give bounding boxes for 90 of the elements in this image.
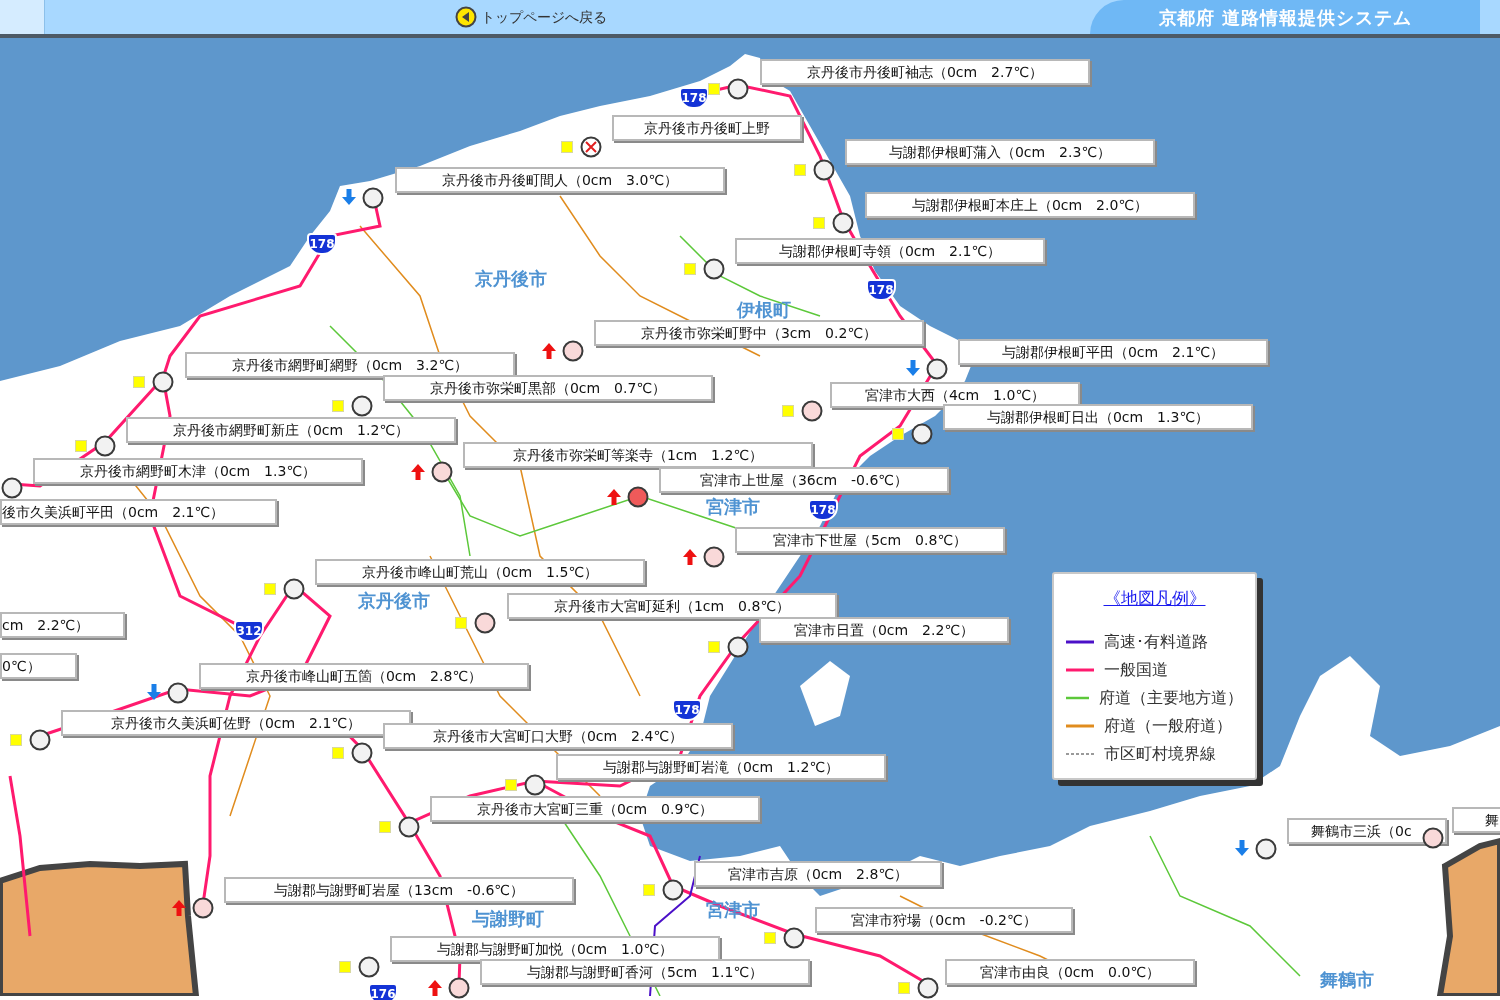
system-title: 京都府 道路情報提供システム: [1090, 0, 1480, 34]
station-label[interactable]: 京丹後市大宮町三重（0cm 0.9℃）: [430, 796, 760, 822]
station-marker[interactable]: [358, 956, 380, 978]
legend-title-link[interactable]: 《地図凡例》: [1103, 586, 1206, 612]
route-shield: 178: [679, 87, 709, 109]
route-shield: 178: [307, 233, 337, 255]
station-label[interactable]: 京丹後市丹後町間人（0cm 3.0℃）: [395, 167, 725, 193]
station-marker[interactable]: [94, 435, 116, 457]
station-marker[interactable]: [783, 927, 805, 949]
station-marker[interactable]: [362, 187, 384, 209]
station-marker[interactable]: [703, 258, 725, 280]
station-label[interactable]: 京丹後市網野町木津（0cm 1.3℃）: [33, 458, 363, 484]
station-label[interactable]: 与謝郡与謝野町香河（5cm 1.1℃）: [480, 959, 810, 985]
station-label[interactable]: 京丹後市大宮町延利（1cm 0.8℃）: [507, 593, 837, 619]
back-link[interactable]: トップページへ戻る: [455, 0, 607, 34]
station-marker[interactable]: [431, 461, 453, 483]
station-label[interactable]: cm 2.2℃）: [0, 612, 125, 638]
station-label[interactable]: 宮津市上世屋（36cm -0.6℃）: [659, 467, 949, 493]
station-label[interactable]: 宮津市由良（0cm 0.0℃）: [945, 959, 1195, 985]
station-marker[interactable]: [524, 774, 546, 796]
route-shield: 176: [368, 983, 398, 1000]
station-marker[interactable]: [351, 742, 373, 764]
station-label[interactable]: 京丹後市大宮町口大野（0cm 2.4℃）: [383, 723, 733, 749]
station-marker[interactable]: [398, 816, 420, 838]
station-marker[interactable]: [926, 358, 948, 380]
station-label[interactable]: 0℃）: [0, 653, 77, 679]
place-name: 京丹後市: [358, 589, 430, 613]
station-label[interactable]: 与謝郡伊根町寺領（0cm 2.1℃）: [735, 238, 1045, 264]
station-label[interactable]: 与謝郡伊根町本庄上（0cm 2.0℃）: [865, 192, 1195, 218]
station-marker[interactable]: [152, 371, 174, 393]
station-label[interactable]: 宮津市下世屋（5cm 0.8℃）: [735, 527, 1005, 553]
station-label[interactable]: 京丹後市弥栄町等楽寺（1cm 1.2℃）: [463, 442, 813, 468]
station-label[interactable]: 宮津市吉原（0cm 2.8℃）: [694, 861, 942, 887]
station-marker[interactable]: [562, 340, 584, 362]
station-label[interactable]: 舞鶴市三浜（0c: [1287, 818, 1447, 844]
station-marker[interactable]: [283, 578, 305, 600]
station-label[interactable]: 与謝郡伊根町日出（0cm 1.3℃）: [943, 404, 1253, 430]
legend-label: 市区町村境界線: [1104, 742, 1216, 765]
station-label[interactable]: 京丹後市網野町網野（0cm 3.2℃）: [185, 352, 515, 378]
legend-label: 高速･有料道路: [1104, 630, 1208, 653]
station-label[interactable]: 京丹後市弥栄町野中（3cm 0.2℃）: [594, 320, 924, 346]
station-label[interactable]: 舞: [1452, 807, 1500, 833]
station-marker[interactable]: [167, 682, 189, 704]
station-marker[interactable]: [580, 136, 602, 158]
station-marker[interactable]: [832, 212, 854, 234]
legend-label: 府道（主要地方道）: [1099, 686, 1243, 709]
station-marker[interactable]: [727, 636, 749, 658]
station-label[interactable]: 京丹後市丹後町上野: [612, 115, 802, 141]
station-label[interactable]: 後市久美浜町平田（0cm 2.1℃）: [0, 499, 277, 525]
station-label[interactable]: 京丹後市久美浜町佐野（0cm 2.1℃）: [61, 710, 411, 736]
station-label[interactable]: 宮津市大西（4cm 1.0℃）: [830, 382, 1080, 408]
station-marker[interactable]: [662, 879, 684, 901]
station-marker[interactable]: [192, 897, 214, 919]
station-label[interactable]: 京丹後市峰山町五箇（0cm 2.8℃）: [199, 663, 529, 689]
station-marker[interactable]: [29, 729, 51, 751]
station-label[interactable]: 与謝郡与謝野町岩滝（0cm 1.2℃）: [556, 754, 886, 780]
place-name: 舞鶴市: [1320, 968, 1374, 992]
station-marker[interactable]: [1255, 838, 1277, 860]
station-label[interactable]: 京丹後市弥栄町黒部（0cm 0.7℃）: [383, 375, 713, 401]
route-shield: 178: [808, 499, 838, 521]
station-label[interactable]: 与謝郡与謝野町岩屋（13cm -0.6℃）: [224, 877, 574, 903]
station-marker[interactable]: [703, 546, 725, 568]
station-label[interactable]: 京丹後市峰山町荒山（0cm 1.5℃）: [315, 559, 645, 585]
station-marker[interactable]: [448, 977, 470, 999]
station-marker[interactable]: [627, 486, 649, 508]
route-shield: 312: [234, 620, 264, 642]
station-marker[interactable]: [917, 977, 939, 999]
station-label[interactable]: 与謝郡伊根町蒲入（0cm 2.3℃）: [845, 139, 1155, 165]
place-name: 与謝野町: [472, 907, 544, 931]
legend-label: 府道（一般府道）: [1104, 714, 1232, 737]
station-marker[interactable]: [351, 395, 373, 417]
station-label[interactable]: 宮津市日置（0cm 2.2℃）: [759, 617, 1009, 643]
route-shield: 178: [866, 279, 896, 301]
route-shield: 178: [672, 699, 702, 721]
station-marker[interactable]: [1422, 827, 1444, 849]
station-label[interactable]: 京丹後市丹後町袖志（0cm 2.7℃）: [760, 59, 1090, 85]
station-label[interactable]: 与謝郡伊根町平田（0cm 2.1℃）: [958, 339, 1268, 365]
station-marker[interactable]: [801, 400, 823, 422]
station-marker[interactable]: [474, 612, 496, 634]
station-marker[interactable]: [727, 78, 749, 100]
place-name: 宮津市: [706, 495, 760, 519]
station-marker[interactable]: [813, 159, 835, 181]
place-name: 伊根町: [737, 298, 791, 322]
station-label[interactable]: 京丹後市網野町新庄（0cm 1.2℃）: [126, 417, 456, 443]
station-marker[interactable]: [911, 423, 933, 445]
station-label[interactable]: 宮津市狩場（0cm -0.2℃）: [815, 907, 1073, 933]
legend-label: 一般国道: [1104, 658, 1168, 681]
place-name: 京丹後市: [475, 267, 547, 291]
station-label[interactable]: 与謝郡与謝野町加悦（0cm 1.0℃）: [390, 936, 720, 962]
station-marker[interactable]: [1, 477, 23, 499]
